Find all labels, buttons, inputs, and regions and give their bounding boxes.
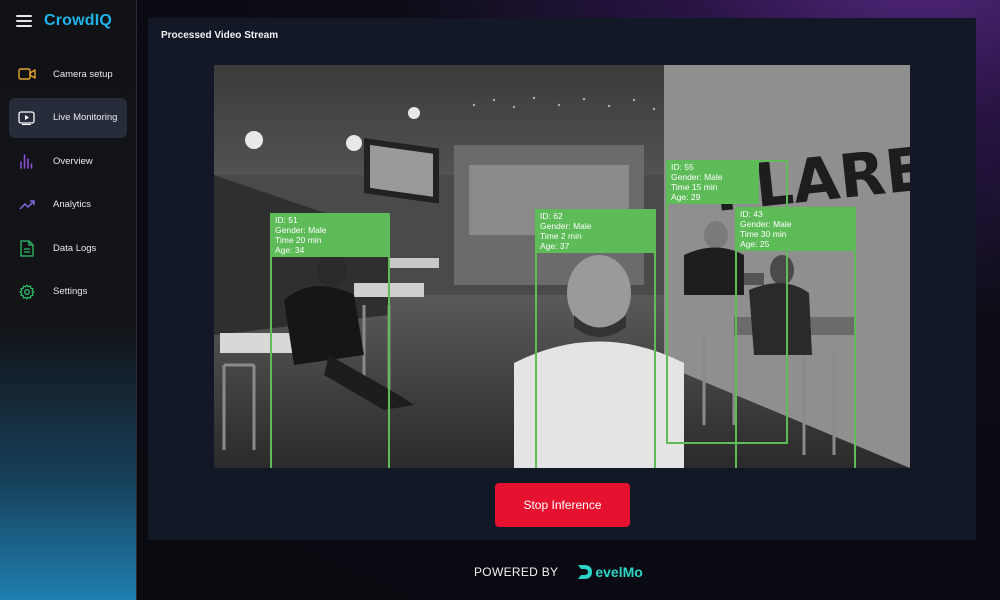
camera-icon xyxy=(18,65,36,83)
detection-time: Time 20 min xyxy=(275,235,322,245)
detection-gender: Gender: Male xyxy=(540,221,592,231)
detection-label: ID: 62 Gender: Male Time 2 min Age: 37 xyxy=(535,209,656,253)
detection-gender: Gender: Male xyxy=(275,225,327,235)
sidebar-item-overview[interactable]: Overview xyxy=(9,141,127,181)
video-stream: FLARE ID: 51 Gender: Male Time 20 min Ag… xyxy=(214,65,910,468)
hamburger-menu-icon[interactable] xyxy=(16,15,32,27)
detection-id: ID: 43 xyxy=(740,209,763,219)
trend-icon xyxy=(18,196,36,214)
sidebar-nav: Camera setup Live Monitoring Overview An… xyxy=(9,54,127,315)
detection-time: Time 15 min xyxy=(671,182,718,192)
detection-label: ID: 43 Gender: Male Time 30 min Age: 25 xyxy=(735,207,856,251)
gear-icon xyxy=(18,283,36,301)
powered-by-text: POWERED BY xyxy=(474,565,559,579)
detection-time: Time 2 min xyxy=(540,231,582,241)
develmo-logo-text: evelMo xyxy=(595,564,643,580)
detection-age: Age: 37 xyxy=(540,241,570,251)
detection-age: Age: 29 xyxy=(671,192,701,202)
sidebar-item-label: Data Logs xyxy=(53,242,97,254)
page-title: Processed Video Stream xyxy=(161,30,279,41)
bar-chart-icon xyxy=(18,152,36,170)
sidebar-item-label: Live Monitoring xyxy=(53,112,118,123)
sidebar-item-analytics[interactable]: Analytics xyxy=(9,185,127,225)
brand: CrowdIQ xyxy=(16,12,112,30)
sidebar-item-camera-setup[interactable]: Camera setup xyxy=(9,54,127,94)
detection-age: Age: 34 xyxy=(275,245,305,255)
detection-id: ID: 51 xyxy=(275,215,298,225)
sidebar-item-settings[interactable]: Settings xyxy=(9,272,127,312)
sidebar: CrowdIQ Camera setup Live Monitoring Ove… xyxy=(0,0,137,600)
document-icon xyxy=(18,239,36,257)
detection-gender: Gender: Male xyxy=(671,172,723,182)
sidebar-item-live-monitoring[interactable]: Live Monitoring xyxy=(9,97,127,138)
stop-inference-button[interactable]: Stop Inference xyxy=(495,483,630,527)
detection-label: ID: 51 Gender: Male Time 20 min Age: 34 xyxy=(270,213,390,257)
video-panel: Processed Video Stream FLARE ID: 51 Gend… xyxy=(148,18,976,540)
detection-id: ID: 55 xyxy=(671,162,694,172)
detection-time: Time 30 min xyxy=(740,229,787,239)
develmo-logo[interactable]: evelMo xyxy=(576,563,643,581)
develmo-logo-icon xyxy=(578,565,593,579)
sidebar-item-label: Camera setup xyxy=(53,68,113,80)
detection-gender: Gender: Male xyxy=(740,219,792,229)
sidebar-item-label: Analytics xyxy=(53,199,92,210)
footer: POWERED BY evelMo xyxy=(474,563,643,581)
detection-label: ID: 55 Gender: Male Time 15 min Age: 29 xyxy=(666,160,759,204)
play-icon xyxy=(18,109,36,127)
sidebar-item-data-logs[interactable]: Data Logs xyxy=(9,228,127,268)
sidebar-item-label: Overview xyxy=(53,155,93,167)
detection-age: Age: 25 xyxy=(740,239,770,249)
brand-name: CrowdIQ xyxy=(44,12,113,29)
sidebar-item-label: Settings xyxy=(53,286,88,297)
detection-id: ID: 62 xyxy=(540,211,563,221)
